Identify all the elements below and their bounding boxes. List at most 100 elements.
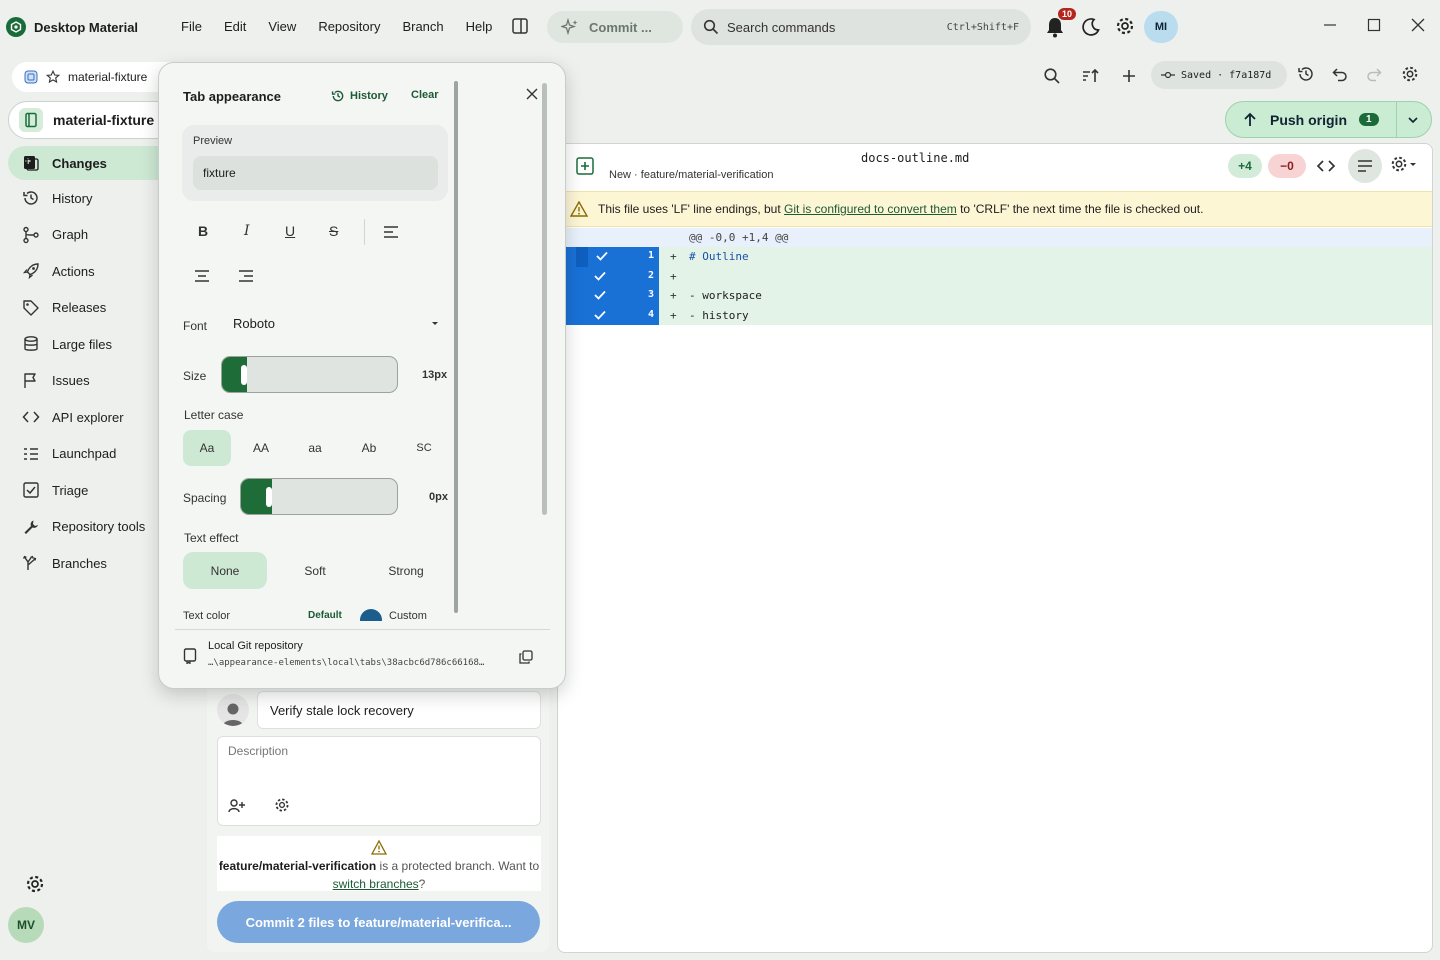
- text-color-default[interactable]: Default: [308, 610, 342, 621]
- commit-pill-button[interactable]: Commit ...: [547, 11, 683, 43]
- line-gutter-handle[interactable]: [576, 247, 588, 267]
- letter-case-small-caps[interactable]: SC: [400, 430, 448, 466]
- saved-label: Saved · f7a187d: [1181, 69, 1272, 81]
- spacing-slider[interactable]: [240, 478, 398, 515]
- repository-tab[interactable]: material-fixture: [12, 62, 172, 92]
- spacing-slider-handle[interactable]: [266, 487, 272, 507]
- align-center-icon[interactable]: [194, 269, 210, 283]
- text-effect-strong[interactable]: Strong: [364, 552, 448, 589]
- font-select[interactable]: Roboto: [233, 316, 439, 331]
- italic-button[interactable]: I: [244, 223, 250, 239]
- sidebar-settings-gear-icon[interactable]: [25, 874, 45, 894]
- push-origin-button[interactable]: Push origin 1: [1225, 101, 1432, 138]
- strikethrough-button[interactable]: S: [329, 223, 338, 239]
- letter-case-upper[interactable]: AA: [237, 430, 285, 466]
- menu-file[interactable]: File: [170, 19, 213, 34]
- letter-case-lower[interactable]: aa: [291, 430, 339, 466]
- user-avatar[interactable]: MI: [1144, 11, 1178, 43]
- description-placeholder: Description: [228, 744, 289, 758]
- sidebar-item-branches[interactable]: Branches: [8, 545, 168, 582]
- popover-clear-button[interactable]: Clear: [411, 89, 439, 101]
- diff-line[interactable]: 1 + # Outline: [558, 247, 1432, 267]
- copy-icon[interactable]: [519, 650, 533, 664]
- commit-button[interactable]: Commit 2 files to feature/material-verif…: [217, 901, 540, 943]
- menu-view[interactable]: View: [257, 19, 307, 34]
- check-icon: [594, 271, 606, 281]
- panel-toggle-icon[interactable]: [511, 17, 529, 35]
- author-avatar-icon[interactable]: [217, 694, 249, 726]
- minimize-icon[interactable]: [1323, 18, 1337, 32]
- maximize-icon[interactable]: [1367, 18, 1381, 32]
- sidebar-item-api-explorer[interactable]: API explorer: [8, 399, 168, 436]
- sparkle-icon: [561, 18, 578, 36]
- underline-button[interactable]: U: [285, 223, 295, 239]
- menu-branch[interactable]: Branch: [391, 19, 454, 34]
- wrap-lines-icon[interactable]: [1348, 149, 1382, 183]
- text-effect-none[interactable]: None: [183, 552, 267, 589]
- diff-options-gear-icon[interactable]: [1390, 155, 1418, 173]
- find-icon[interactable]: [1043, 67, 1061, 85]
- saved-status[interactable]: Saved · f7a187d: [1151, 61, 1287, 89]
- diff-line[interactable]: 3 + - workspace: [558, 286, 1432, 306]
- commit-summary-input[interactable]: Verify stale lock recovery: [257, 691, 541, 729]
- popover-inner-scrollbar[interactable]: [454, 81, 458, 613]
- sidebar-item-label: Large files: [52, 336, 112, 352]
- sidebar-item-actions[interactable]: Actions: [8, 253, 168, 290]
- letter-case-title[interactable]: Ab: [345, 430, 393, 466]
- command-search[interactable]: Search commands Ctrl+Shift+F: [691, 9, 1031, 45]
- push-origin-main[interactable]: Push origin 1: [1226, 112, 1396, 128]
- commit-description-input[interactable]: Description: [217, 736, 541, 826]
- text-effect-soft[interactable]: Soft: [273, 552, 357, 589]
- search-placeholder: Search commands: [727, 19, 836, 35]
- sidebar-item-issues[interactable]: Issues: [8, 363, 168, 400]
- add-icon[interactable]: [1121, 67, 1137, 85]
- menu-help[interactable]: Help: [455, 19, 504, 34]
- size-slider[interactable]: [221, 356, 398, 393]
- protected-branch-end: ?: [418, 877, 426, 891]
- add-coauthor-icon[interactable]: [228, 798, 246, 814]
- line-code: - workspace: [689, 289, 762, 302]
- letter-case-sentence[interactable]: Aa: [183, 430, 231, 466]
- menu-repository[interactable]: Repository: [307, 19, 391, 34]
- undo-icon[interactable]: [1332, 66, 1348, 82]
- sidebar-item-graph[interactable]: Graph: [8, 217, 168, 254]
- settings-sync-icon[interactable]: [1401, 65, 1419, 83]
- push-options-chevron-down-icon[interactable]: [1397, 114, 1419, 126]
- sidebar-item-large-files[interactable]: Large files: [8, 326, 168, 363]
- diff-line[interactable]: 2 +: [558, 266, 1432, 286]
- popover-history-button[interactable]: History: [331, 89, 388, 103]
- text-color-custom[interactable]: Custom: [389, 610, 427, 621]
- view-source-code-icon[interactable]: [1316, 157, 1336, 175]
- flag-icon: [24, 373, 36, 388]
- sidebar-item-releases[interactable]: Releases: [8, 290, 168, 327]
- tag-icon: [23, 300, 39, 316]
- sidebar-item-history[interactable]: History: [8, 180, 168, 217]
- align-right-icon[interactable]: [238, 269, 254, 283]
- close-window-icon[interactable]: [1411, 18, 1425, 32]
- check-icon: [596, 251, 608, 261]
- star-icon[interactable]: [46, 70, 60, 84]
- repository-selector[interactable]: material-fixture: [8, 101, 168, 139]
- commit-options-gear-icon[interactable]: [274, 797, 290, 813]
- text-color-swatch[interactable]: [360, 609, 382, 621]
- account-avatar[interactable]: MV: [8, 907, 44, 943]
- popover-outer-scrollbar[interactable]: [542, 83, 547, 515]
- sidebar-item-changes[interactable]: Changes: [8, 146, 168, 180]
- moon-icon[interactable]: [1081, 17, 1101, 37]
- menu-edit[interactable]: Edit: [213, 19, 257, 34]
- size-slider-handle[interactable]: [241, 365, 247, 385]
- gear-icon[interactable]: [1115, 16, 1135, 36]
- database-icon: [24, 336, 38, 352]
- sidebar-item-repository-tools[interactable]: Repository tools: [8, 509, 168, 546]
- bold-button[interactable]: B: [198, 223, 208, 239]
- sidebar-item-launchpad[interactable]: Launchpad: [8, 436, 168, 473]
- redo-icon[interactable]: [1366, 66, 1382, 82]
- sort-icon[interactable]: [1081, 67, 1101, 85]
- close-icon[interactable]: [526, 88, 538, 100]
- diff-line[interactable]: 4 + - history: [558, 305, 1432, 325]
- restore-history-icon[interactable]: [1297, 65, 1315, 83]
- switch-branches-link[interactable]: switch branches: [333, 877, 419, 891]
- git-config-link[interactable]: Git is configured to convert them: [784, 202, 957, 216]
- align-left-icon[interactable]: [383, 225, 399, 239]
- sidebar-item-triage[interactable]: Triage: [8, 472, 168, 509]
